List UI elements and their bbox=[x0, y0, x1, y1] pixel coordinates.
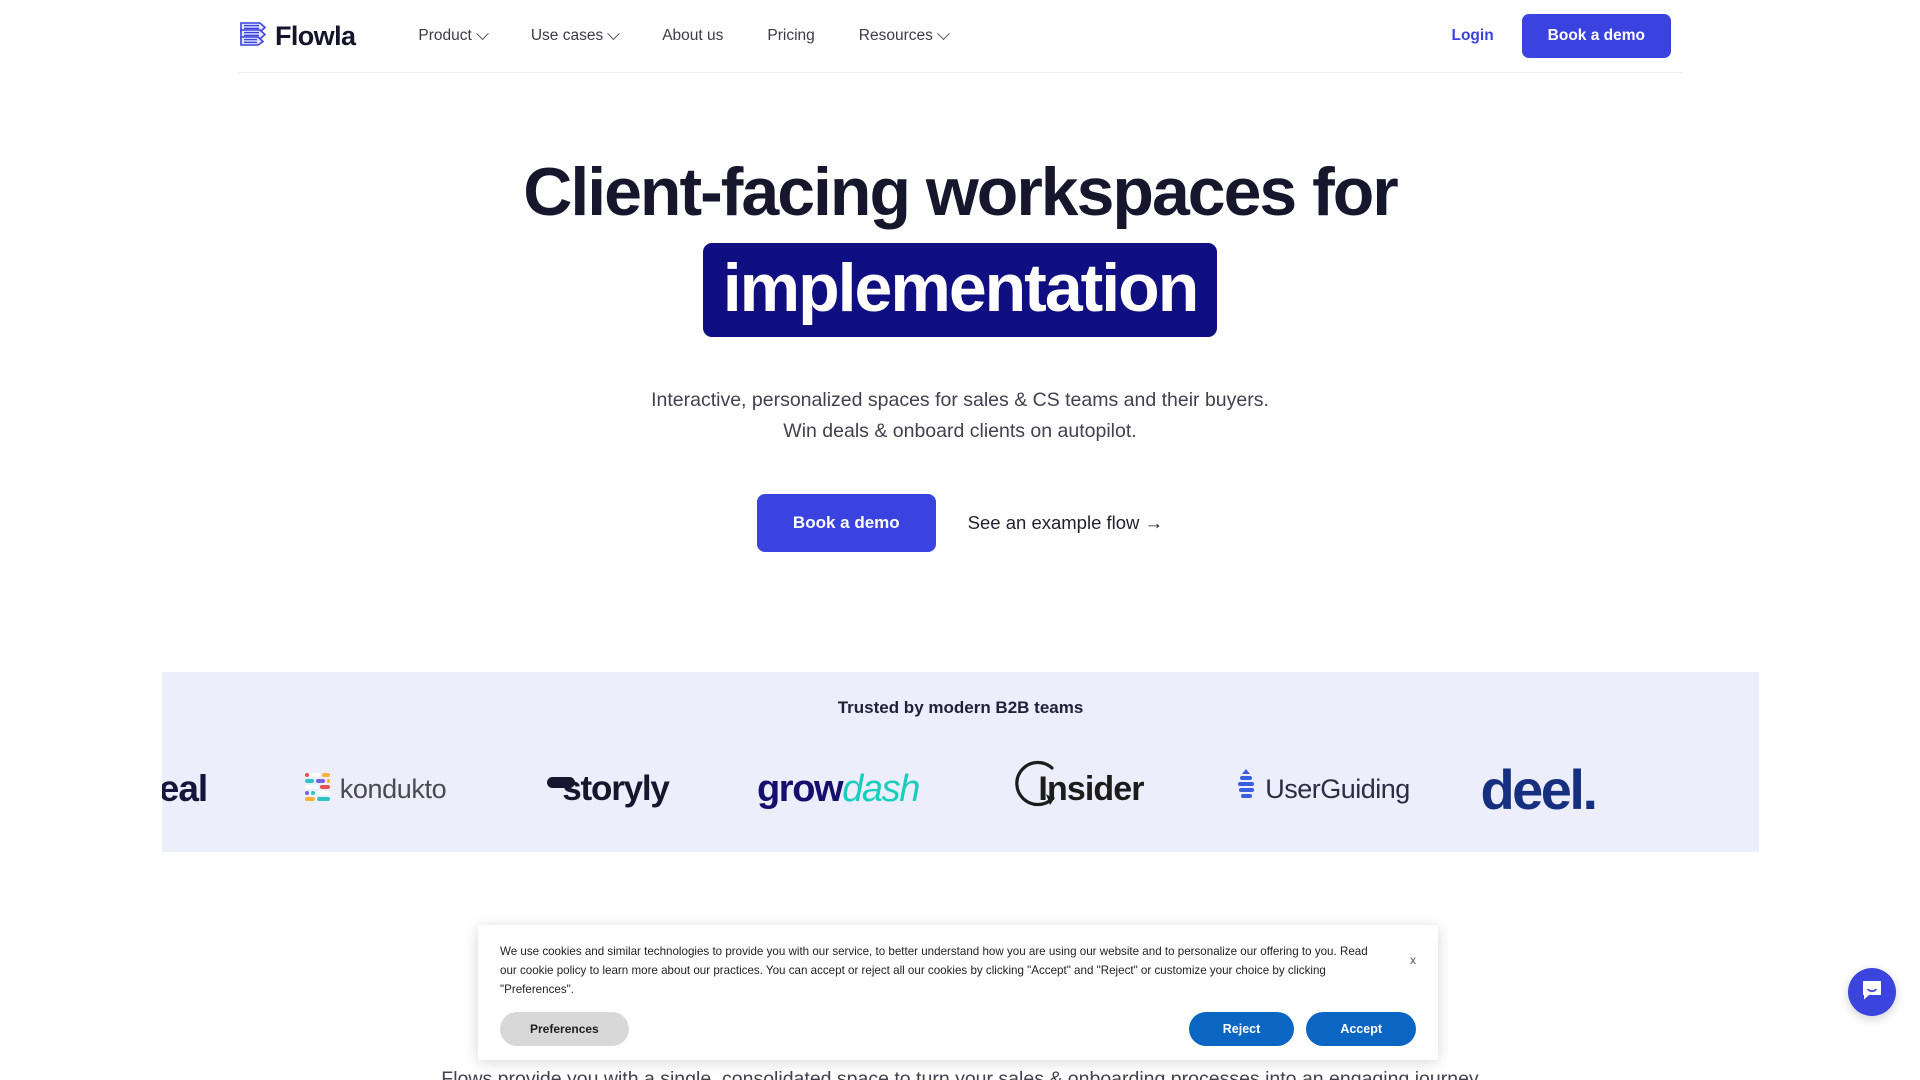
page-root: Flowla Product Use cases About us Pricin… bbox=[0, 0, 1920, 1080]
nav-label: Pricing bbox=[767, 27, 815, 44]
cookie-banner-text: We use cookies and similar technologies … bbox=[500, 945, 1368, 996]
main-nav: Product Use cases About us Pricing Resou… bbox=[396, 26, 970, 45]
trusted-by-title: Trusted by modern B2B teams bbox=[837, 698, 1084, 717]
logo-text: Flowla bbox=[275, 20, 356, 51]
teal-logo-text: eal bbox=[162, 768, 208, 809]
cookie-banner-actions: Preferences Reject Accept bbox=[500, 1012, 1416, 1046]
trusted-by-section: Trusted by modern B2B teams eal kondukto… bbox=[162, 672, 1759, 852]
hero-title-highlight: implementation bbox=[702, 243, 1218, 338]
page-title: Client-facing workspaces for implementat… bbox=[0, 153, 1920, 338]
insider-logo-text: Insider bbox=[1038, 769, 1144, 808]
nav-item-pricing[interactable]: Pricing bbox=[745, 27, 836, 45]
insider-circle-arrow-icon bbox=[1012, 758, 1056, 821]
nav-label: Resources bbox=[858, 27, 933, 44]
cookie-banner-primary-actions: Reject Accept bbox=[1188, 1012, 1416, 1046]
client-logo-insider: Insider bbox=[958, 758, 1198, 821]
hero-section: Client-facing workspaces for implementat… bbox=[0, 73, 1920, 552]
chat-widget-button[interactable] bbox=[1848, 968, 1896, 1016]
preferences-button[interactable]: Preferences bbox=[500, 1012, 629, 1046]
book-demo-button-hero[interactable]: Book a demo bbox=[756, 493, 936, 552]
header-actions: Login Book a demo bbox=[1451, 14, 1683, 58]
userguiding-logo-text: UserGuiding bbox=[1265, 773, 1410, 804]
kondukto-mark-icon bbox=[304, 771, 331, 808]
hero-subtitle: Interactive, personalized spaces for sal… bbox=[0, 385, 1920, 445]
book-demo-button-header[interactable]: Book a demo bbox=[1521, 14, 1671, 58]
chevron-down-icon bbox=[475, 26, 489, 40]
chevron-down-icon bbox=[937, 26, 950, 40]
chevron-down-icon bbox=[607, 26, 621, 40]
hero-cta-group: Book a demo See an example flow → bbox=[0, 493, 1920, 552]
client-logo-deel: deel. bbox=[1448, 757, 1628, 822]
kondukto-logo-text: kondukto bbox=[339, 773, 447, 804]
see-example-flow-link[interactable]: See an example flow → bbox=[968, 512, 1163, 534]
client-logo-userguiding: UserGuiding bbox=[1198, 768, 1448, 810]
reject-button[interactable]: Reject bbox=[1188, 1012, 1295, 1046]
nav-item-resources[interactable]: Resources bbox=[837, 26, 970, 45]
nav-label: Use cases bbox=[530, 27, 604, 44]
userguiding-mark-icon bbox=[1236, 768, 1256, 810]
login-link[interactable]: Login bbox=[1451, 27, 1493, 45]
nav-label: Product bbox=[418, 27, 472, 44]
storyly-logo-text: storyly bbox=[562, 769, 670, 808]
close-icon[interactable]: x bbox=[1410, 953, 1416, 967]
storyly-bar-icon bbox=[547, 777, 575, 788]
client-logo-teal: eal bbox=[162, 768, 238, 810]
client-logo-marquee: eal kondukto storyly grow dash Insider U… bbox=[162, 744, 1759, 834]
hero-subtitle-line2: Win deals & onboard clients on autopilot… bbox=[783, 419, 1137, 442]
hero-subtitle-line1: Interactive, personalized spaces for sal… bbox=[651, 389, 1269, 412]
cookie-consent-banner: We use cookies and similar technologies … bbox=[478, 925, 1438, 1060]
deel-logo-text: deel. bbox=[1480, 757, 1598, 821]
accept-button[interactable]: Accept bbox=[1306, 1012, 1416, 1046]
flowla-stack-icon bbox=[238, 20, 268, 52]
client-logo-growdash: grow dash bbox=[718, 768, 958, 811]
growdash-logo-text-a: grow bbox=[757, 767, 844, 810]
intercom-chat-icon bbox=[1860, 978, 1884, 1007]
growdash-logo-text-b: dash bbox=[842, 767, 920, 810]
client-logo-kondukto: kondukto bbox=[238, 771, 513, 808]
nav-item-use-cases[interactable]: Use cases bbox=[509, 26, 640, 45]
nav-label: About us bbox=[662, 27, 724, 44]
client-logo-storyly: storyly bbox=[513, 769, 718, 809]
logo[interactable]: Flowla bbox=[238, 20, 356, 52]
site-header: Flowla Product Use cases About us Pricin… bbox=[238, 0, 1683, 73]
below-fold-paragraph: Flows provide you with a single, consoli… bbox=[441, 1068, 1479, 1080]
nav-item-about-us[interactable]: About us bbox=[640, 27, 745, 45]
hero-title-line1: Client-facing workspaces for bbox=[523, 154, 1399, 230]
nav-item-product[interactable]: Product bbox=[396, 26, 508, 45]
